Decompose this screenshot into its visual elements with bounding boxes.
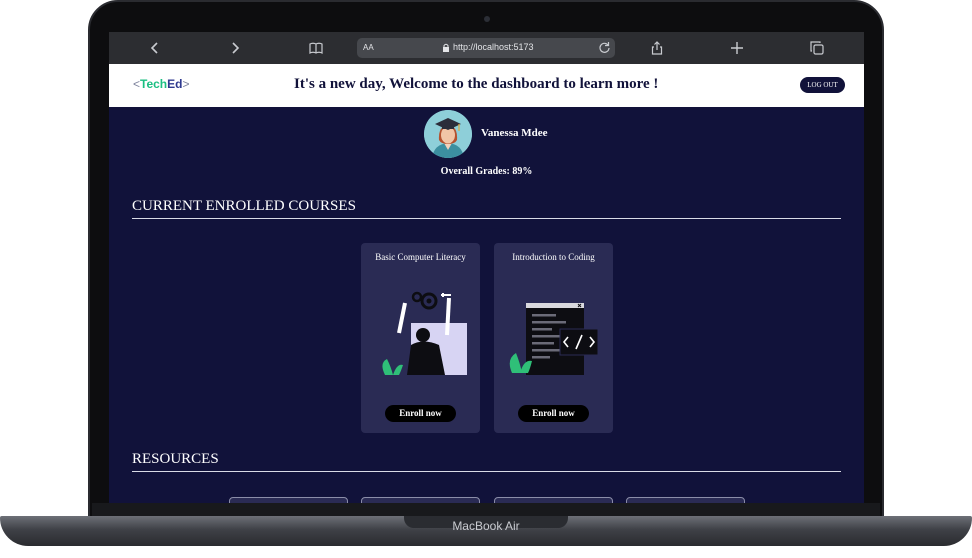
logout-button[interactable]: LOG OUT xyxy=(800,77,845,93)
welcome-heading: It's a new day, Welcome to the dashboard… xyxy=(294,76,659,92)
model-label: MacBook Air xyxy=(452,519,520,533)
enroll-button[interactable]: Enroll now xyxy=(518,405,589,422)
logo[interactable]: <TechEd> xyxy=(133,77,190,91)
enroll-button[interactable]: Enroll now xyxy=(385,405,456,422)
address-bar[interactable]: AA http://localhost:5173 xyxy=(357,38,615,58)
courses-divider xyxy=(132,218,841,219)
graduate-avatar-icon xyxy=(424,110,472,158)
resource-card[interactable] xyxy=(626,497,745,503)
person-with-gears-illustration xyxy=(382,291,467,375)
course-card[interactable]: Introduction to Coding Enroll now xyxy=(494,243,613,433)
avatar xyxy=(424,110,472,158)
reload-icon[interactable] xyxy=(598,41,611,54)
logo-bracket-close: > xyxy=(182,77,190,91)
user-name: Vanessa Mdee xyxy=(481,127,548,139)
lock-icon xyxy=(443,43,449,52)
forward-icon[interactable] xyxy=(224,38,246,58)
url-text: http://localhost:5173 xyxy=(453,42,534,52)
screen: AA http://localhost:5173 <TechEd> It's a… xyxy=(109,32,864,503)
logo-bracket-open: < xyxy=(133,77,141,91)
resources-divider xyxy=(132,471,841,472)
courses-section-title: CURRENT ENROLLED COURSES xyxy=(132,198,356,214)
resource-card[interactable] xyxy=(361,497,480,503)
overall-grades: Overall Grades: 89% xyxy=(440,166,533,177)
course-card[interactable]: Basic Computer Literacy Enroll now xyxy=(361,243,480,433)
code-window-illustration xyxy=(509,303,599,375)
course-title: Basic Computer Literacy xyxy=(375,252,466,262)
logo-ed: Ed xyxy=(167,77,183,91)
new-tab-icon[interactable] xyxy=(726,38,748,58)
share-icon[interactable] xyxy=(646,38,668,58)
resources-section-title: RESOURCES xyxy=(132,451,219,467)
resource-card[interactable] xyxy=(229,497,348,503)
app-header: <TechEd> It's a new day, Welcome to the … xyxy=(109,64,864,107)
logo-tech: Tech xyxy=(140,77,168,91)
back-icon[interactable] xyxy=(144,38,166,58)
tabs-icon[interactable] xyxy=(806,38,828,58)
resource-card[interactable] xyxy=(494,497,613,503)
browser-toolbar: AA http://localhost:5173 xyxy=(109,32,864,64)
camera-dot xyxy=(484,16,490,22)
text-size-button[interactable]: AA xyxy=(363,43,374,52)
bookmarks-icon[interactable] xyxy=(305,38,327,58)
course-title: Introduction to Coding xyxy=(512,252,595,262)
